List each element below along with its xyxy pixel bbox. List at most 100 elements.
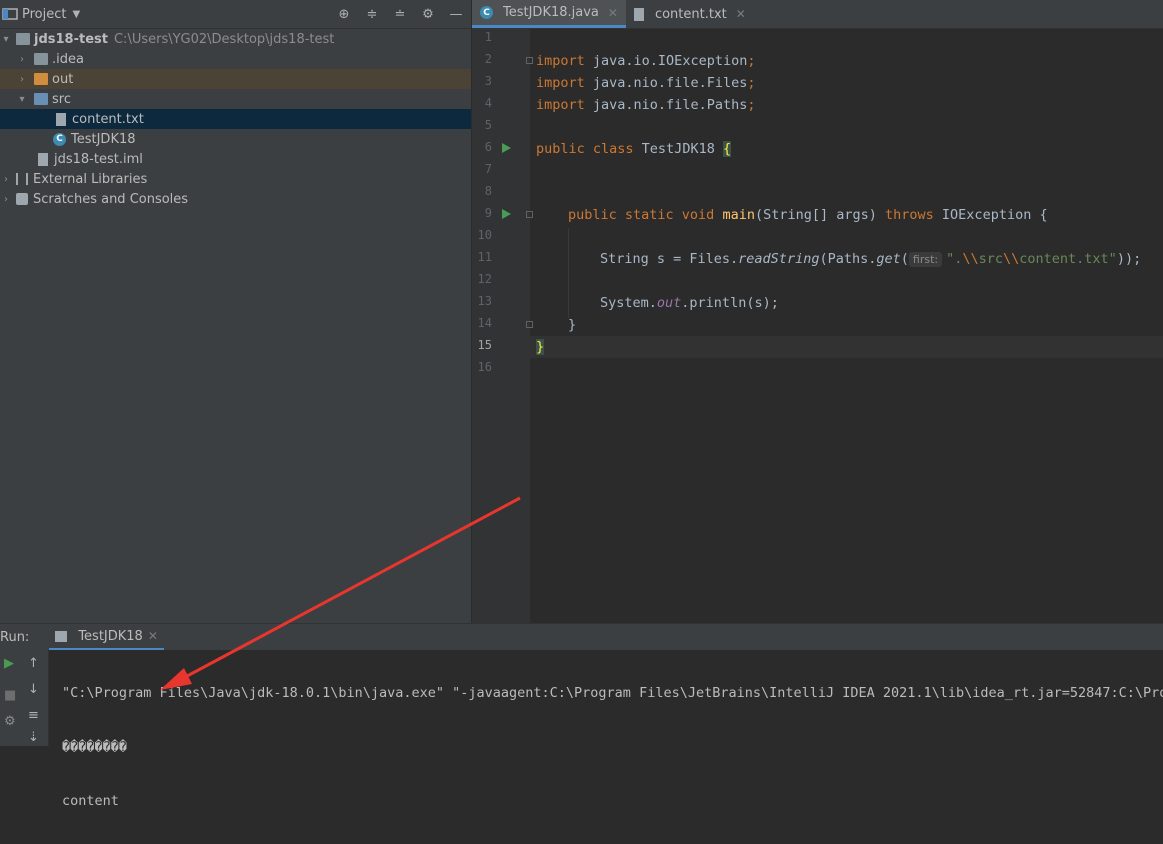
tree-node-label: Scratches and Consoles bbox=[33, 192, 188, 207]
line-number-current: 15 bbox=[472, 338, 492, 352]
code-line-9: public static void main(String[] args) t… bbox=[568, 204, 1048, 226]
line-number: 9 bbox=[472, 206, 492, 220]
line-number: 6 bbox=[472, 140, 492, 154]
tree-node-iml[interactable]: jds18-test.iml bbox=[0, 149, 471, 169]
project-title: Project bbox=[22, 7, 66, 22]
project-panel: Project ▼ ⊕ ≑ ≐ ⚙ — ▾ jds18-test C:\User… bbox=[0, 0, 471, 623]
tree-node-testjdk18[interactable]: C TestJDK18 bbox=[0, 129, 471, 149]
fold-icon[interactable] bbox=[526, 321, 533, 328]
code-line-4: import java.nio.file.Paths; bbox=[536, 94, 755, 116]
tree-node-external-libraries[interactable]: › External Libraries bbox=[0, 169, 471, 189]
text-file-icon bbox=[56, 113, 66, 126]
project-view-selector[interactable]: Project ▼ bbox=[0, 7, 80, 22]
tree-node-idea[interactable]: › .idea bbox=[0, 49, 471, 69]
tree-node-label: jds18-test.iml bbox=[54, 152, 143, 167]
tab-testjdk18-java[interactable]: C TestJDK18.java ✕ bbox=[472, 0, 626, 28]
run-tab-testjdk18[interactable]: TestJDK18 ✕ bbox=[49, 624, 164, 651]
rerun-icon[interactable]: ▶ bbox=[4, 656, 14, 671]
line-number: 7 bbox=[472, 162, 492, 176]
tree-node-label: .idea bbox=[52, 52, 84, 67]
line-number: 12 bbox=[472, 272, 492, 286]
excluded-folder-icon bbox=[34, 73, 48, 85]
line-number: 11 bbox=[472, 250, 492, 264]
console-output[interactable]: "C:\Program Files\Java\jdk-18.0.1\bin\ja… bbox=[62, 650, 1163, 844]
soft-wrap-icon[interactable]: ≡ bbox=[28, 708, 39, 723]
code-line-2: import java.io.IOException; bbox=[536, 50, 755, 72]
tree-node-label: External Libraries bbox=[33, 172, 147, 187]
chevron-down-icon: ▼ bbox=[72, 9, 80, 20]
run-config-icon bbox=[55, 631, 67, 642]
scratches-icon bbox=[16, 193, 28, 205]
java-class-icon: C bbox=[53, 133, 66, 146]
code-line-15: } bbox=[536, 336, 544, 358]
fold-icon[interactable] bbox=[526, 211, 533, 218]
hide-icon[interactable]: — bbox=[447, 5, 465, 23]
tree-node-label: jds18-test bbox=[34, 32, 108, 47]
parameter-hint: first: bbox=[909, 252, 942, 267]
chevron-right-icon: › bbox=[0, 194, 12, 205]
close-icon[interactable]: ✕ bbox=[736, 7, 746, 21]
editor-tabs: C TestJDK18.java ✕ content.txt ✕ bbox=[472, 0, 1163, 29]
line-number: 16 bbox=[472, 360, 492, 374]
line-number: 13 bbox=[472, 294, 492, 308]
tab-content-txt[interactable]: content.txt ✕ bbox=[626, 0, 754, 28]
chevron-right-icon: › bbox=[16, 54, 28, 65]
chevron-down-icon: ▾ bbox=[0, 34, 12, 45]
java-class-icon: C bbox=[480, 6, 493, 19]
tree-node-content-txt[interactable]: content.txt bbox=[0, 109, 471, 129]
line-number: 1 bbox=[472, 30, 492, 44]
console-right-toolbar: ↑ ↓ ≡ ⇣ bbox=[22, 650, 49, 746]
code-line-3: import java.nio.file.Files; bbox=[536, 72, 755, 94]
line-number: 10 bbox=[472, 228, 492, 242]
line-number: 14 bbox=[472, 316, 492, 330]
project-panel-header: Project ▼ ⊕ ≑ ≐ ⚙ — bbox=[0, 0, 471, 29]
tree-node-label: out bbox=[52, 72, 73, 87]
folder-icon bbox=[34, 53, 48, 65]
text-file-icon bbox=[634, 8, 644, 21]
code-line-14: } bbox=[568, 314, 576, 336]
tree-node-src[interactable]: ▾ src bbox=[0, 89, 471, 109]
tree-node-root[interactable]: ▾ jds18-test C:\Users\YG02\Desktop\jds18… bbox=[0, 29, 471, 49]
tree-node-label: src bbox=[52, 92, 71, 107]
library-icon bbox=[16, 173, 28, 185]
run-gutter-icon[interactable] bbox=[502, 209, 511, 219]
settings-icon[interactable]: ⚙ bbox=[4, 714, 16, 729]
arrow-down-icon[interactable]: ↓ bbox=[28, 682, 39, 697]
line-number: 5 bbox=[472, 118, 492, 132]
scroll-to-end-icon[interactable]: ⇣ bbox=[28, 730, 39, 745]
run-tab-label: TestJDK18 bbox=[78, 629, 143, 644]
source-folder-icon bbox=[34, 93, 48, 105]
chevron-right-icon: › bbox=[0, 174, 12, 185]
gutter: 1 2 3 4 5 6 7 8 9 10 11 12 13 14 15 16 bbox=[472, 28, 530, 623]
code-area[interactable]: import java.io.IOException; import java.… bbox=[536, 28, 1163, 623]
close-icon[interactable]: ✕ bbox=[148, 629, 158, 643]
indent-guide bbox=[568, 228, 569, 318]
editor-panel: C TestJDK18.java ✕ content.txt ✕ 1 2 3 4… bbox=[472, 0, 1163, 623]
stop-icon[interactable]: ■ bbox=[4, 688, 16, 703]
project-path: C:\Users\YG02\Desktop\jds18-test bbox=[114, 32, 334, 47]
tree-node-label: TestJDK18 bbox=[71, 132, 136, 147]
run-toolbar: Run: TestJDK18 ✕ bbox=[0, 623, 1163, 651]
tree-node-label: content.txt bbox=[72, 112, 144, 127]
line-number: 8 bbox=[472, 184, 492, 198]
tree-node-out[interactable]: › out bbox=[0, 69, 471, 89]
line-number: 4 bbox=[472, 96, 492, 110]
fold-icon[interactable] bbox=[526, 57, 533, 64]
expand-all-icon[interactable]: ≐ bbox=[391, 5, 409, 23]
collapse-all-icon[interactable]: ≑ bbox=[363, 5, 381, 23]
code-line-13: System.out.println(s); bbox=[600, 292, 779, 314]
console-line-garbled: �������� bbox=[62, 736, 1163, 758]
line-number: 2 bbox=[472, 52, 492, 66]
close-icon[interactable]: ✕ bbox=[608, 6, 618, 20]
locate-icon[interactable]: ⊕ bbox=[335, 5, 353, 23]
chevron-down-icon: ▾ bbox=[16, 94, 28, 105]
line-number: 3 bbox=[472, 74, 492, 88]
gear-icon[interactable]: ⚙ bbox=[419, 5, 437, 23]
console-panel: ▶ ■ ⚙ ↑ ↓ ≡ ⇣ "C:\Program Files\Java\jdk… bbox=[0, 650, 1163, 746]
code-line-11: String s = Files.readString(Paths.get(fi… bbox=[600, 248, 1141, 270]
run-gutter-icon[interactable] bbox=[502, 143, 511, 153]
tree-node-scratches[interactable]: › Scratches and Consoles bbox=[0, 189, 471, 209]
project-icon bbox=[2, 7, 18, 21]
arrow-up-icon[interactable]: ↑ bbox=[28, 656, 39, 671]
code-line-6: public class TestJDK18 { bbox=[536, 138, 731, 160]
